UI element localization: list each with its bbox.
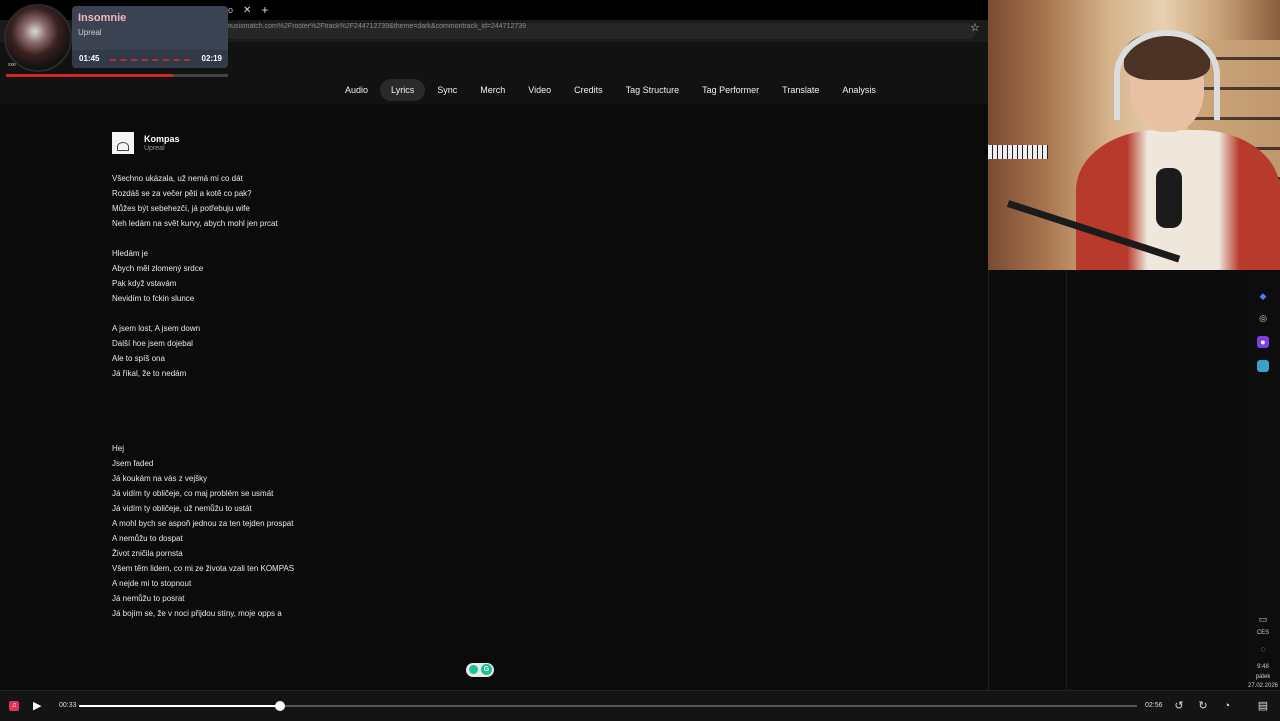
webcam-headphones xyxy=(1114,30,1220,120)
lyric-line[interactable]: A mohl bych se aspoň jednou za ten tejde… xyxy=(112,516,294,531)
lyric-line[interactable]: Hej xyxy=(112,441,294,456)
now-playing-widget: xxe Insomnie Upreal 01:45 02:19 xyxy=(0,0,230,78)
tab-strip: o ✕ + xyxy=(228,2,268,18)
lyric-blank-line[interactable] xyxy=(112,231,294,246)
tab-audio[interactable]: Audio xyxy=(334,79,379,101)
lyric-blank-line[interactable] xyxy=(112,411,294,426)
panel-divider xyxy=(1066,270,1067,690)
lyric-line[interactable]: Hledám je xyxy=(112,246,294,261)
grammarly-icon: G xyxy=(481,664,492,675)
lyric-blank-line[interactable] xyxy=(112,381,294,396)
lyric-blank-line[interactable] xyxy=(112,306,294,321)
song-title: Kompas xyxy=(144,134,180,144)
rewind-icon[interactable]: ↺ xyxy=(1173,700,1185,712)
now-playing-artist: Upreal xyxy=(78,28,102,37)
app-tray-icon-4[interactable] xyxy=(1257,360,1269,372)
language-indicator[interactable]: CES xyxy=(1246,630,1280,636)
lyric-line[interactable]: Všem těm lidem, co mi ze života vzali te… xyxy=(112,561,294,576)
main-content: Kompas Upreal Všechno ukázala, už nemá m… xyxy=(0,104,988,688)
network-icon[interactable]: ▭ xyxy=(1257,613,1269,625)
seek-bar-fill xyxy=(79,705,281,707)
right-panel xyxy=(988,270,1247,690)
tab-tag-structure[interactable]: Tag Structure xyxy=(615,79,691,101)
now-playing-elapsed: 01:45 xyxy=(79,54,100,63)
webcam-keyboard xyxy=(988,145,1048,159)
lyric-line[interactable]: A nemůžu to dospat xyxy=(112,531,294,546)
player-elapsed: 00:33 xyxy=(59,702,77,709)
grammarly-badge[interactable]: G xyxy=(466,663,494,677)
clock-day[interactable]: pátek xyxy=(1246,674,1280,680)
now-playing-times: 01:45 02:19 xyxy=(72,50,228,68)
song-artist: Upreal xyxy=(144,145,165,152)
audio-player: ♫ ▶ 00:33 02:56 ↺ ↻ ◔ ▤ xyxy=(0,690,1280,721)
lyric-line[interactable]: Já bojím se, že v noci přijdou stíny, mo… xyxy=(112,606,294,621)
app-tray-icon-2[interactable]: ◎ xyxy=(1257,312,1269,324)
now-playing-progress-fill xyxy=(6,74,173,77)
lyric-line[interactable]: Ale to spíš ona xyxy=(112,351,294,366)
lyric-line[interactable]: A jsem lost, A jsem down xyxy=(112,321,294,336)
lyric-blank-line[interactable] xyxy=(112,396,294,411)
tab-translate[interactable]: Translate xyxy=(771,79,830,101)
grammarly-dot-icon xyxy=(469,665,478,674)
now-playing-progress xyxy=(6,74,228,77)
tab-merch[interactable]: Merch xyxy=(469,79,516,101)
focus-icon[interactable]: ◌ xyxy=(1257,643,1269,655)
lyric-line[interactable]: Já koukám na vás z vejšky xyxy=(112,471,294,486)
player-total: 02:56 xyxy=(1145,702,1163,709)
play-icon[interactable]: ▶ xyxy=(33,699,45,713)
lyrics-editor[interactable]: Všechno ukázala, už nemá mi co dát Rozdáš… xyxy=(112,171,294,621)
notifications-icon[interactable]: ▤ xyxy=(1257,700,1269,712)
close-tab-icon[interactable]: ✕ xyxy=(243,5,251,16)
forward-icon[interactable]: ↻ xyxy=(1197,700,1209,712)
lyric-line[interactable]: Abych měl zlomený srdce xyxy=(112,261,294,276)
album-art-tag: xxe xyxy=(8,62,16,68)
lyric-line[interactable]: Život zničila pornsta xyxy=(112,546,294,561)
tab-sync[interactable]: Sync xyxy=(426,79,468,101)
lyric-line[interactable]: Já vidím ty obličeje, už nemůžu to ustát xyxy=(112,501,294,516)
seek-handle[interactable] xyxy=(275,701,286,711)
lyric-line[interactable]: Já nemůžu to posrat xyxy=(112,591,294,606)
lyric-line[interactable]: Já říkal, že to nedám xyxy=(112,366,294,381)
lyric-line[interactable]: Můžes být sebehezčí, já potřebuju wife xyxy=(112,201,294,216)
tab-credits[interactable]: Credits xyxy=(563,79,614,101)
lyric-line[interactable]: Nevidím to fckin slunce xyxy=(112,291,294,306)
new-tab-icon[interactable]: + xyxy=(261,3,268,17)
lyric-line[interactable]: A nejde mi to stopnout xyxy=(112,576,294,591)
lyric-line[interactable]: Rozdáš se za večer pěti a kotě co pak? xyxy=(112,186,294,201)
star-icon[interactable]: ☆ xyxy=(970,21,980,34)
speed-icon[interactable]: ◔ xyxy=(1221,700,1233,712)
app-tray-icon-3[interactable]: ● xyxy=(1257,336,1269,348)
tab-lyrics[interactable]: Lyrics xyxy=(380,79,426,101)
clock-time[interactable]: 9:48 xyxy=(1246,664,1280,670)
music-app-logo-icon[interactable]: ♫ xyxy=(9,701,19,711)
lyric-line[interactable]: Neh ledám na svět kurvy, abych mohl jen … xyxy=(112,216,294,231)
webcam-overlay xyxy=(988,0,1280,270)
lyric-line[interactable]: Všechno ukázala, už nemá mi co dát xyxy=(112,171,294,186)
lyric-line[interactable]: Jsem faded xyxy=(112,456,294,471)
now-playing-card: Insomnie Upreal 01:45 02:19 xyxy=(72,6,228,68)
lyric-blank-line[interactable] xyxy=(112,426,294,441)
system-tray: ◆ ◎ ● ▭ CES ◌ 9:48 pátek 27.02.2026 xyxy=(1246,270,1280,690)
webcam-microphone xyxy=(1156,168,1182,228)
song-cover xyxy=(112,132,134,154)
lyric-line[interactable]: Další hoe jsem dojebal xyxy=(112,336,294,351)
tab-analysis[interactable]: Analysis xyxy=(831,79,887,101)
now-playing-total: 02:19 xyxy=(201,54,222,63)
clock-date[interactable]: 27.02.2026 xyxy=(1246,683,1280,689)
now-playing-waveform xyxy=(110,59,190,61)
lyric-line[interactable]: Já vidím ty obličeje, co maj problém se … xyxy=(112,486,294,501)
tab-tag-performer[interactable]: Tag Performer xyxy=(691,79,770,101)
app-tray-icon-1[interactable]: ◆ xyxy=(1257,290,1269,302)
now-playing-title: Insomnie xyxy=(78,12,127,24)
tab-video[interactable]: Video xyxy=(517,79,562,101)
seek-bar[interactable] xyxy=(79,701,1137,711)
track-tabs: Audio Lyrics Sync Merch Video Credits Tag Stru… xyxy=(334,79,888,101)
lyric-line[interactable]: Pak když vstavám xyxy=(112,276,294,291)
